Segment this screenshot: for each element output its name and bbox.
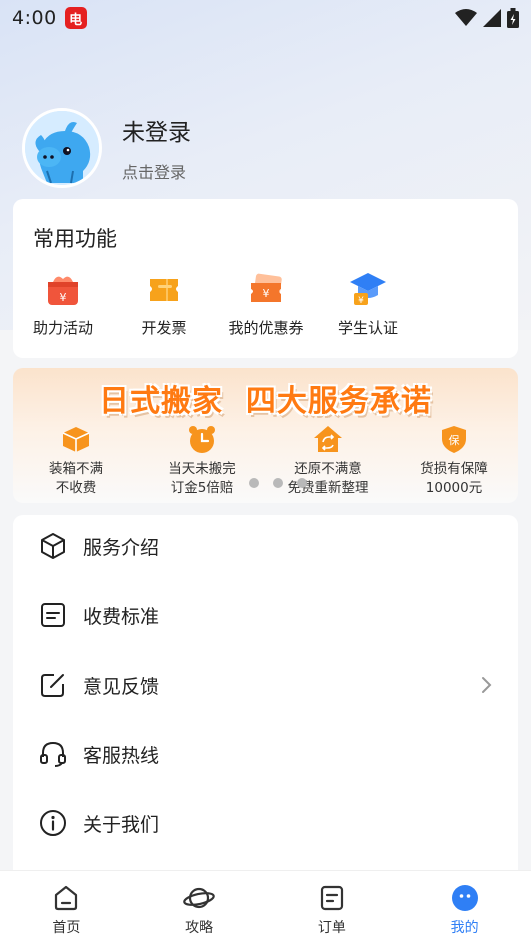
svg-text:¥: ¥ <box>263 287 270 300</box>
tab-label: 订单 <box>317 920 346 936</box>
gift-box-icon: ¥ <box>48 276 78 305</box>
promise-item: 当天未搬完 订金5倍赔 <box>139 424 265 498</box>
banner-pagination <box>249 478 307 488</box>
cell-signal-icon <box>483 9 501 27</box>
menu-item-service-intro[interactable]: 服务介绍 <box>13 521 518 571</box>
function-label: 助力活动 <box>32 319 93 337</box>
home-refresh-icon <box>314 426 342 452</box>
profile-name[interactable]: 未登录 <box>122 113 191 147</box>
headset-icon <box>40 741 66 767</box>
rhino-mascot-icon <box>25 111 99 185</box>
common-functions-card: 常用功能 ¥ 助力活动 开发票 ¥ 我的优惠券 ¥ 学生认证 <box>13 199 518 358</box>
box-icon <box>62 427 90 452</box>
function-assist-activity[interactable]: ¥ 助力活动 <box>13 269 113 338</box>
price-doc-icon <box>41 603 65 627</box>
tab-label: 攻略 <box>185 920 214 936</box>
menu-label: 关于我们 <box>83 813 160 836</box>
promise-item: 保 货损有保障 10000元 <box>391 424 517 498</box>
svg-text:¥: ¥ <box>60 291 67 304</box>
menu-item-pricing[interactable]: 收费标准 <box>13 590 518 640</box>
function-student-auth[interactable]: ¥ 学生认证 <box>318 269 418 338</box>
function-label: 开发票 <box>141 319 187 337</box>
graduation-cap-icon: ¥ <box>350 273 386 306</box>
service-promise-banner[interactable]: 日式搬家 四大服务承诺 装箱不满 不收费 当天未搬完 订金5倍赔 还原不满意 免… <box>13 368 518 503</box>
section-title: 常用功能 <box>33 227 117 251</box>
tab-label: 首页 <box>52 920 81 936</box>
profile-face-icon <box>451 885 478 911</box>
menu-item-feedback[interactable]: 意见反馈 <box>13 660 518 710</box>
promise-line: 当天未搬完 <box>168 461 236 477</box>
tab-orders[interactable]: 订单 <box>266 871 399 944</box>
svg-text:¥: ¥ <box>358 296 364 306</box>
shield-badge-text: 保 <box>449 433 460 447</box>
menu-item-hotline[interactable]: 客服热线 <box>13 729 518 779</box>
invoice-ticket-icon <box>150 279 178 301</box>
chevron-right-icon <box>482 677 492 693</box>
promise-line: 装箱不满 <box>49 461 103 477</box>
home-icon <box>55 885 78 911</box>
order-icon <box>320 885 343 911</box>
bottom-tab-bar: 首页 攻略 订单 我的 <box>0 870 531 944</box>
clock-icon <box>189 426 215 453</box>
menu-label: 意见反馈 <box>83 675 160 698</box>
promise-line: 货损有保障 <box>420 461 488 477</box>
edit-feedback-icon <box>41 674 64 697</box>
menu-label: 收费标准 <box>83 605 160 628</box>
banner-title: 日式搬家 四大服务承诺 <box>99 384 432 419</box>
tab-label: 我的 <box>450 920 479 936</box>
planet-icon <box>183 887 215 909</box>
profile-section[interactable]: 未登录 点击登录 <box>22 108 191 188</box>
menu-item-about[interactable]: 关于我们 <box>13 798 518 848</box>
pagination-dot[interactable] <box>273 478 283 488</box>
tab-mine[interactable]: 我的 <box>398 871 531 944</box>
status-bar: 4:00 电 <box>0 0 531 36</box>
avatar[interactable] <box>22 108 102 188</box>
status-time: 4:00 <box>12 7 57 29</box>
function-invoice[interactable]: 开发票 <box>114 269 214 338</box>
promise-line: 还原不满意 <box>294 461 362 477</box>
promise-line: 不收费 <box>55 480 97 496</box>
tab-home[interactable]: 首页 <box>0 871 133 944</box>
coupon-icon: ¥ <box>251 273 282 302</box>
pagination-dot[interactable] <box>249 478 259 488</box>
wifi-icon <box>455 9 477 26</box>
function-label: 我的优惠券 <box>228 319 304 337</box>
menu-label: 客服热线 <box>83 744 160 767</box>
settings-menu: 服务介绍 收费标准 意见反馈 客服热线 关于我们 <box>13 515 518 885</box>
tab-guide[interactable]: 攻略 <box>133 871 266 944</box>
cube-icon <box>41 533 65 559</box>
battery-icon <box>507 8 519 28</box>
pagination-dot[interactable] <box>297 478 307 488</box>
notification-app-icon: 电 <box>64 7 87 29</box>
promise-line: 订金5倍赔 <box>170 480 234 496</box>
menu-label: 服务介绍 <box>83 536 160 559</box>
promise-line: 10000元 <box>425 480 483 496</box>
function-label: 学生认证 <box>337 319 398 337</box>
promise-item: 装箱不满 不收费 <box>13 424 139 498</box>
login-link[interactable]: 点击登录 <box>122 159 191 183</box>
info-icon <box>40 810 66 836</box>
function-coupons[interactable]: ¥ 我的优惠券 <box>216 269 316 338</box>
shield-icon: 保 <box>442 426 466 453</box>
